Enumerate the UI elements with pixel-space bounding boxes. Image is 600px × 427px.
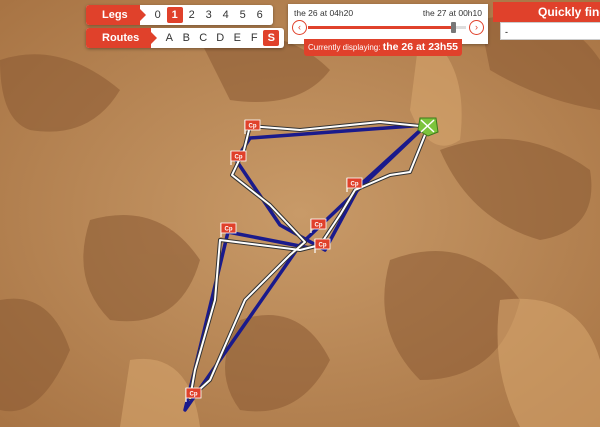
checkpoint-label: Cp — [319, 243, 327, 249]
chevron-right-icon[interactable]: › — [469, 20, 484, 35]
timeline-start-label: the 26 at 04h20 — [294, 8, 354, 18]
leg-option[interactable]: 4 — [218, 7, 234, 23]
display-value: the 26 at 23h55 — [382, 41, 458, 53]
satellite-map[interactable]: Cp Cp Cp Cp Cp Cp Cp — [0, 0, 600, 427]
leg-option[interactable]: 0 — [150, 7, 166, 23]
timeline-slider[interactable] — [308, 22, 466, 33]
route-option[interactable]: E — [229, 30, 245, 46]
route-option[interactable]: D — [212, 30, 228, 46]
display-prefix: Currently displaying: — [307, 43, 381, 52]
quick-find-header: Quickly find a — [493, 2, 600, 39]
quick-find-select[interactable]: - — [500, 22, 600, 40]
leg-option[interactable]: 1 — [166, 7, 183, 23]
checkpoint-label: Cp — [249, 124, 257, 130]
leg-option[interactable]: 5 — [235, 7, 251, 23]
timeline-panel: the 26 at 04h20 the 27 at 00h10 ‹ › — [288, 4, 488, 44]
route-option[interactable]: A — [161, 30, 177, 46]
leg-option[interactable]: 3 — [201, 7, 217, 23]
route-option[interactable]: C — [195, 30, 211, 46]
route-option[interactable]: B — [178, 30, 194, 46]
checkpoint-label: Cp — [351, 182, 359, 188]
routes-options: ABCDEFS — [151, 30, 284, 46]
checkpoint-label: Cp — [235, 155, 243, 161]
routes-label: Routes — [86, 28, 158, 48]
legs-selector: Legs 0123456 — [86, 5, 273, 25]
chevron-left-icon[interactable]: ‹ — [292, 20, 307, 35]
timeline-progress — [308, 26, 454, 29]
timeline-handle[interactable] — [451, 22, 457, 33]
current-time-display: Currently displaying: the 26 at 23h55 — [304, 39, 462, 56]
route-option[interactable]: F — [246, 30, 262, 46]
leg-option[interactable]: 6 — [252, 7, 268, 23]
route-option[interactable]: S — [263, 30, 280, 46]
timeline-end-label: the 27 at 00h10 — [422, 8, 482, 18]
checkpoint-label: Cp — [190, 392, 198, 398]
leg-option[interactable]: 2 — [184, 7, 200, 23]
legs-options: 0123456 — [140, 7, 273, 23]
routes-selector: Routes ABCDEFS — [86, 28, 285, 48]
checkpoint-label: Cp — [315, 223, 323, 229]
legs-label: Legs — [86, 5, 146, 25]
checkpoint-label: Cp — [225, 227, 233, 233]
